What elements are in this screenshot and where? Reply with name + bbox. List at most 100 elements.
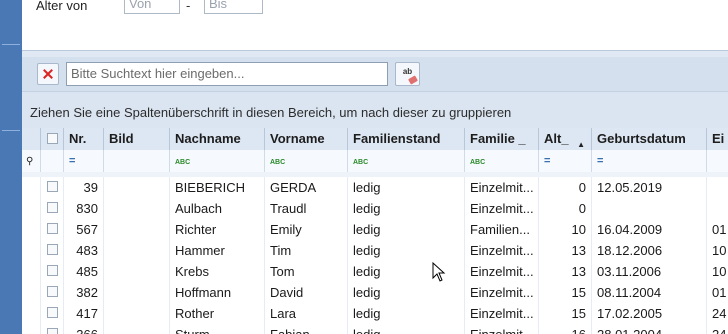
cell-vorname[interactable]: Traudl: [265, 198, 348, 219]
header-geburtsdatum[interactable]: Geburtsdatum: [592, 128, 707, 150]
cell-ei[interactable]: 10: [707, 240, 728, 261]
cell-ei[interactable]: 24: [707, 303, 728, 324]
cell-geburtsdatum[interactable]: 18.12.2006: [592, 240, 707, 261]
cell-nr[interactable]: 382: [64, 282, 104, 303]
cell-ei[interactable]: 01: [707, 219, 728, 240]
cell-vorname[interactable]: Lara: [265, 303, 348, 324]
filter-familienstand[interactable]: ABC: [348, 150, 465, 172]
cell-familienstand[interactable]: ledig: [348, 303, 465, 324]
cell-ei[interactable]: 24: [707, 324, 728, 334]
cell-nachname[interactable]: Krebs: [170, 261, 265, 282]
row-checkbox[interactable]: [47, 244, 58, 255]
cell-nr[interactable]: 366: [64, 324, 104, 334]
cell-ei[interactable]: 10: [707, 261, 728, 282]
cell-alter[interactable]: 15: [539, 282, 592, 303]
table-row[interactable]: 485 Krebs Tom ledig Einzelmit... 13 03.11.2006…: [22, 261, 728, 283]
cell-vorname[interactable]: Fabian: [265, 324, 348, 334]
cell-bild[interactable]: [104, 282, 170, 303]
cell-familie[interactable]: Familien...: [465, 219, 539, 240]
cell-nr[interactable]: 417: [64, 303, 104, 324]
cell-geburtsdatum[interactable]: 17.02.2005: [592, 303, 707, 324]
cell-geburtsdatum[interactable]: 16.04.2009: [592, 219, 707, 240]
cell-alter[interactable]: 10: [539, 219, 592, 240]
header-bild[interactable]: Bild: [104, 128, 170, 150]
cell-familienstand[interactable]: ledig: [348, 261, 465, 282]
row-select[interactable]: [41, 240, 64, 261]
cell-nr[interactable]: 485: [64, 261, 104, 282]
pin-icon[interactable]: ⚲: [22, 150, 41, 172]
row-select[interactable]: [41, 324, 64, 334]
cell-ei[interactable]: [707, 177, 728, 198]
row-checkbox[interactable]: [47, 202, 58, 213]
cell-bild[interactable]: [104, 177, 170, 198]
cell-geburtsdatum[interactable]: 08.11.2004: [592, 282, 707, 303]
cell-geburtsdatum[interactable]: [592, 198, 707, 219]
cell-familienstand[interactable]: ledig: [348, 219, 465, 240]
cell-familienstand[interactable]: ledig: [348, 324, 465, 334]
header-ei[interactable]: Ei: [707, 128, 728, 150]
filter-nr[interactable]: =: [64, 150, 104, 172]
cell-nachname[interactable]: BIEBERICH: [170, 177, 265, 198]
search-input[interactable]: Bitte Suchtext hier eingeben...: [66, 62, 388, 86]
row-checkbox[interactable]: [47, 307, 58, 318]
cell-bild[interactable]: [104, 303, 170, 324]
cell-nachname[interactable]: Richter: [170, 219, 265, 240]
cell-familie[interactable]: Einzelmit...: [465, 324, 539, 334]
row-select[interactable]: [41, 219, 64, 240]
table-row[interactable]: 39 BIEBERICH GERDA ledig Einzelmit... 0 12.05.…: [22, 177, 728, 199]
cell-familie[interactable]: Einzelmit...: [465, 282, 539, 303]
cell-familie[interactable]: Einzelmit...: [465, 177, 539, 198]
cell-nachname[interactable]: Hoffmann: [170, 282, 265, 303]
header-select-all[interactable]: [41, 128, 64, 150]
cell-familienstand[interactable]: ledig: [348, 240, 465, 261]
row-select[interactable]: [41, 261, 64, 282]
cell-alter[interactable]: 15: [539, 303, 592, 324]
row-checkbox[interactable]: [47, 223, 58, 234]
cell-nachname[interactable]: Rother: [170, 303, 265, 324]
cell-vorname[interactable]: David: [265, 282, 348, 303]
row-select[interactable]: [41, 282, 64, 303]
row-checkbox[interactable]: [47, 286, 58, 297]
cell-geburtsdatum[interactable]: 28.01.2004: [592, 324, 707, 334]
cell-nr[interactable]: 567: [64, 219, 104, 240]
filter-bild[interactable]: [104, 150, 170, 172]
table-row[interactable]: 366 SturmFabianledigEinzelmit...1628.01.2…: [22, 324, 728, 334]
cell-nr[interactable]: 830: [64, 198, 104, 219]
filter-alter[interactable]: =: [539, 150, 592, 172]
cell-vorname[interactable]: Tim: [265, 240, 348, 261]
select-all-checkbox[interactable]: [47, 133, 58, 144]
header-vorname[interactable]: Vorname: [265, 128, 348, 150]
header-familie[interactable]: Familie _: [465, 128, 539, 150]
row-select[interactable]: [41, 303, 64, 324]
row-checkbox[interactable]: [47, 328, 58, 334]
cell-nachname[interactable]: Hammer: [170, 240, 265, 261]
cell-bild[interactable]: [104, 324, 170, 334]
table-row[interactable]: 382 Hoffmann David ledig Einzelmit... 15 08.11…: [22, 282, 728, 304]
cell-geburtsdatum[interactable]: 12.05.2019: [592, 177, 707, 198]
row-select[interactable]: [41, 198, 64, 219]
cell-nachname[interactable]: Aulbach: [170, 198, 265, 219]
cell-alter[interactable]: 13: [539, 261, 592, 282]
filter-vorname[interactable]: ABC: [265, 150, 348, 172]
cell-familie[interactable]: Einzelmit...: [465, 240, 539, 261]
cell-alter[interactable]: 0: [539, 198, 592, 219]
age-to-input[interactable]: Bis: [204, 0, 263, 14]
cell-alter[interactable]: 16: [539, 324, 592, 334]
cell-vorname[interactable]: Emily: [265, 219, 348, 240]
cell-alter[interactable]: 13: [539, 240, 592, 261]
cell-nr[interactable]: 39: [64, 177, 104, 198]
header-nachname[interactable]: Nachname: [170, 128, 265, 150]
cell-bild[interactable]: [104, 261, 170, 282]
cell-familienstand[interactable]: ledig: [348, 282, 465, 303]
table-row[interactable]: 417 Rother Lara ledig Einzelmit... 15 17.02.20…: [22, 303, 728, 325]
cell-nachname[interactable]: Sturm: [170, 324, 265, 334]
filter-familie[interactable]: ABC: [465, 150, 539, 172]
cell-familie[interactable]: Einzelmit...: [465, 261, 539, 282]
filter-nachname[interactable]: ABC: [170, 150, 265, 172]
table-row[interactable]: 483 Hammer Tim ledig Einzelmit... 13 18.12.200…: [22, 240, 728, 262]
table-row[interactable]: 830 Aulbach Traudl ledig Einzelmit... 0: [22, 198, 728, 220]
cell-vorname[interactable]: Tom: [265, 261, 348, 282]
cell-nr[interactable]: 483: [64, 240, 104, 261]
cell-familie[interactable]: Einzelmit...: [465, 198, 539, 219]
cell-alter[interactable]: 0: [539, 177, 592, 198]
